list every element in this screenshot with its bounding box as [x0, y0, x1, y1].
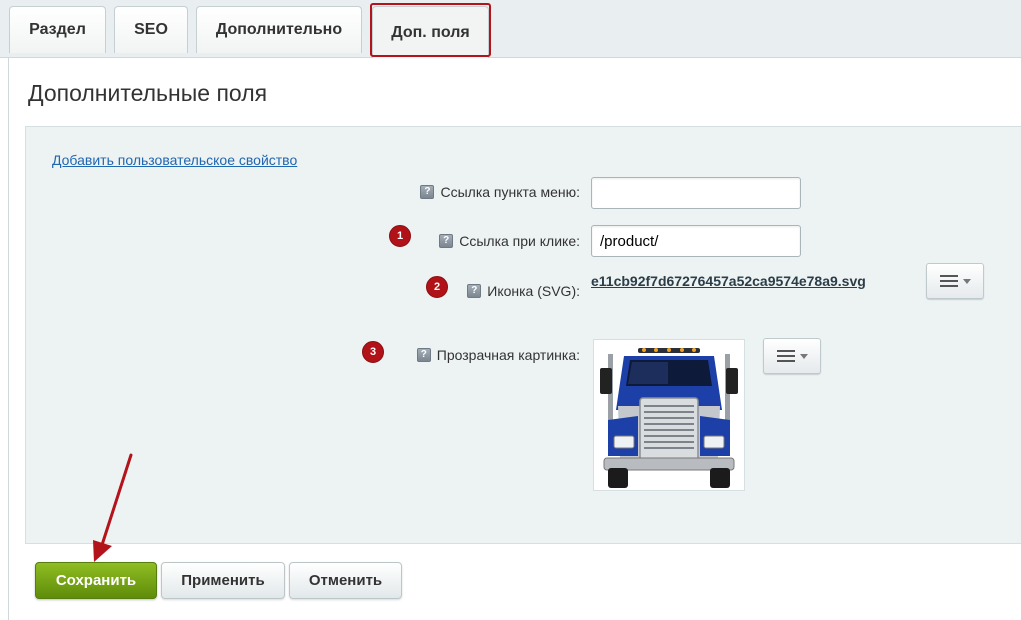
click-link-label-row: ? Ссылка при клике:: [439, 231, 580, 251]
icon-svg-file-link[interactable]: e11cb92f7d67276457a52ca9574e78a9.svg: [591, 273, 866, 289]
transparent-image-label-row: ? Прозрачная картинка:: [416, 345, 580, 365]
icon-svg-label: Иконка (SVG):: [487, 283, 580, 299]
tab-label: Дополнительно: [215, 21, 343, 38]
caret-down-icon: [962, 278, 971, 284]
tab-label: SEO: [134, 21, 168, 38]
menu-icon: [939, 275, 958, 287]
menu-link-label: Ссылка пункта меню:: [440, 184, 580, 200]
tab-razdel[interactable]: Раздел: [9, 6, 106, 53]
truck-image: [600, 348, 738, 488]
menu-icon: [776, 350, 795, 362]
tab-dopolnitelno[interactable]: Дополнительно: [196, 6, 362, 53]
tab-label: Раздел: [29, 21, 86, 38]
click-link-input[interactable]: [591, 225, 801, 257]
annotation-badge-2: 2: [426, 276, 448, 298]
click-link-label: Ссылка при клике:: [459, 233, 580, 249]
transparent-image-preview[interactable]: [593, 339, 745, 491]
icon-svg-menu-button[interactable]: [926, 263, 984, 299]
caret-down-icon: [799, 353, 808, 359]
menu-link-input[interactable]: [591, 177, 801, 209]
annotation-badge-1: 1: [389, 225, 411, 247]
tab-seo[interactable]: SEO: [114, 6, 188, 53]
menu-link-label-row: ? Ссылка пункта меню:: [420, 182, 580, 202]
content-panel: Дополнительные поля Добавить пользовател…: [8, 58, 1021, 620]
add-property-link[interactable]: Добавить пользовательское свойство: [52, 152, 297, 168]
annotation-badge-3: 3: [362, 341, 384, 363]
tabs-strip: Раздел SEO Дополнительно Доп. поля: [0, 0, 1021, 58]
cancel-button[interactable]: Отменить: [289, 562, 402, 599]
help-icon[interactable]: ?: [439, 234, 454, 248]
transparent-image-label: Прозрачная картинка:: [436, 347, 580, 363]
page-title: Дополнительные поля: [28, 80, 268, 106]
tab-dop-polya[interactable]: Доп. поля: [372, 6, 489, 58]
help-icon[interactable]: ?: [416, 348, 431, 362]
apply-button[interactable]: Применить: [161, 562, 285, 599]
tab-label: Доп. поля: [391, 23, 470, 41]
form-area: Добавить пользовательское свойство ? Ссы…: [25, 126, 1021, 544]
help-icon[interactable]: ?: [420, 185, 435, 199]
help-icon[interactable]: ?: [467, 284, 482, 298]
save-button[interactable]: Сохранить: [35, 562, 157, 599]
icon-svg-label-row: ? Иконка (SVG):: [467, 281, 580, 301]
transparent-image-menu-button[interactable]: [763, 338, 821, 374]
